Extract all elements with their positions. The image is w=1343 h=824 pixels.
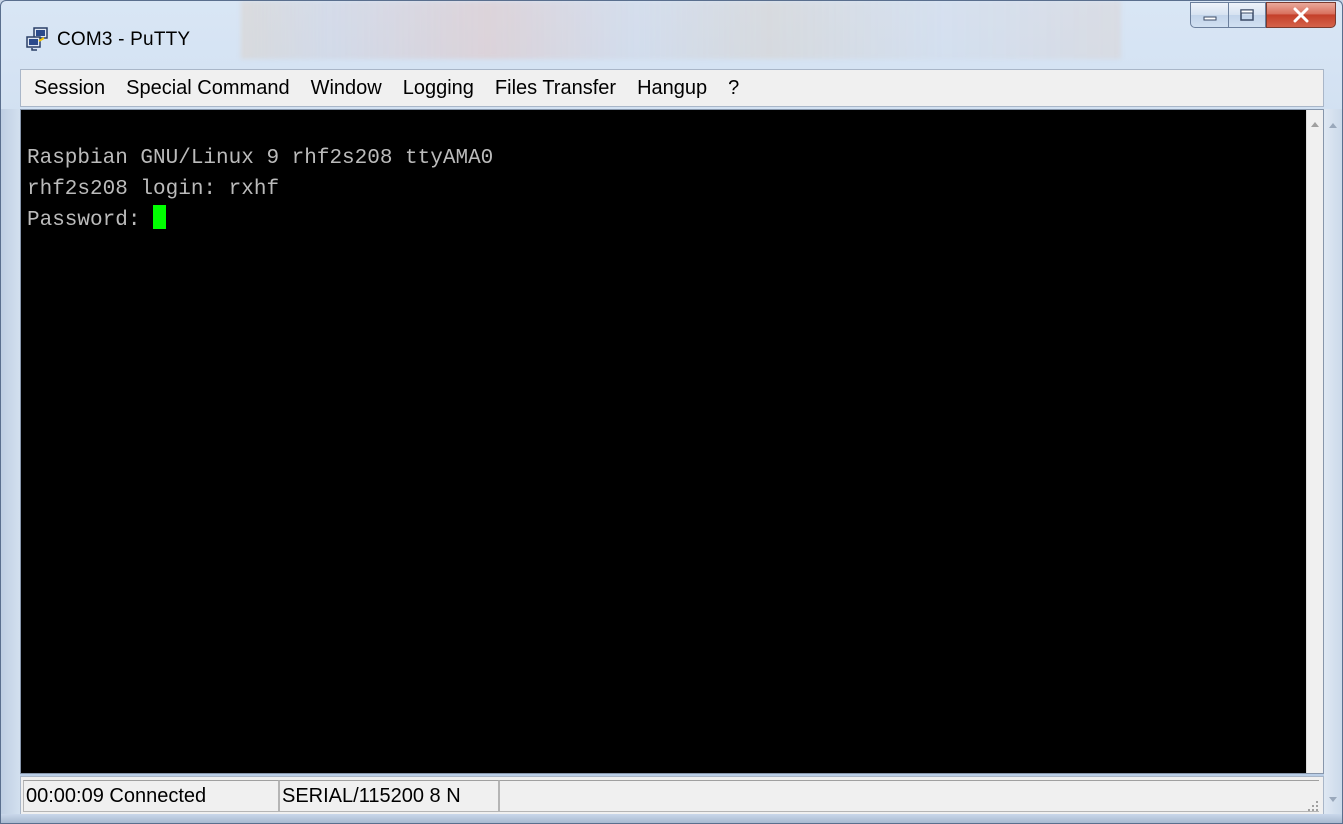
maximize-icon [1240,9,1254,21]
window-frame-left [1,109,20,823]
scroll-up-icon[interactable] [1329,123,1337,128]
menu-window[interactable]: Window [308,75,385,102]
window-scrollbar[interactable] [1324,109,1342,816]
scroll-down-icon[interactable] [1329,797,1337,802]
minimize-button[interactable] [1190,2,1228,28]
password-prompt: Password: [27,209,154,232]
menu-special-command[interactable]: Special Command [123,75,292,102]
terminal-cursor [153,205,167,229]
resize-grip-icon[interactable] [1307,800,1319,812]
putty-app-icon[interactable] [25,27,49,51]
status-serial-settings: SERIAL/115200 8 N [279,780,499,812]
window-title: COM3 - PuTTY [57,29,191,50]
titlebar[interactable]: COM3 - PuTTY [1,1,1342,61]
status-connection: 00:00:09 Connected [23,780,279,812]
status-empty-pane [499,780,1319,812]
caption-buttons [1190,2,1336,28]
close-button[interactable] [1266,2,1336,28]
close-icon [1293,7,1309,23]
putty-window: COM3 - PuTTY Session Special Command Win… [0,0,1343,824]
minimize-icon [1203,16,1216,21]
terminal-output[interactable]: Raspbian GNU/Linux 9 rhf2s208 ttyAMA0 rh… [21,110,1306,773]
statusbar: 00:00:09 Connected SERIAL/115200 8 N [20,776,1324,816]
menu-session[interactable]: Session [31,75,108,102]
menu-logging[interactable]: Logging [400,75,477,102]
menu-help[interactable]: ? [725,75,742,102]
scroll-up-arrow-icon[interactable] [1311,122,1319,127]
terminal-line-prompt: Password: [27,205,1306,236]
menu-files-transfer[interactable]: Files Transfer [492,75,619,102]
terminal-area[interactable]: Raspbian GNU/Linux 9 rhf2s208 ttyAMA0 rh… [20,109,1324,774]
terminal-line: rhf2s208 login: rxhf [27,178,280,201]
window-frame-bottom [1,814,1342,823]
terminal-scrollbar[interactable] [1306,110,1323,773]
terminal-line: Raspbian GNU/Linux 9 rhf2s208 ttyAMA0 [27,147,494,170]
menubar: Session Special Command Window Logging F… [20,69,1324,107]
maximize-button[interactable] [1228,2,1266,28]
menu-hangup[interactable]: Hangup [634,75,710,102]
